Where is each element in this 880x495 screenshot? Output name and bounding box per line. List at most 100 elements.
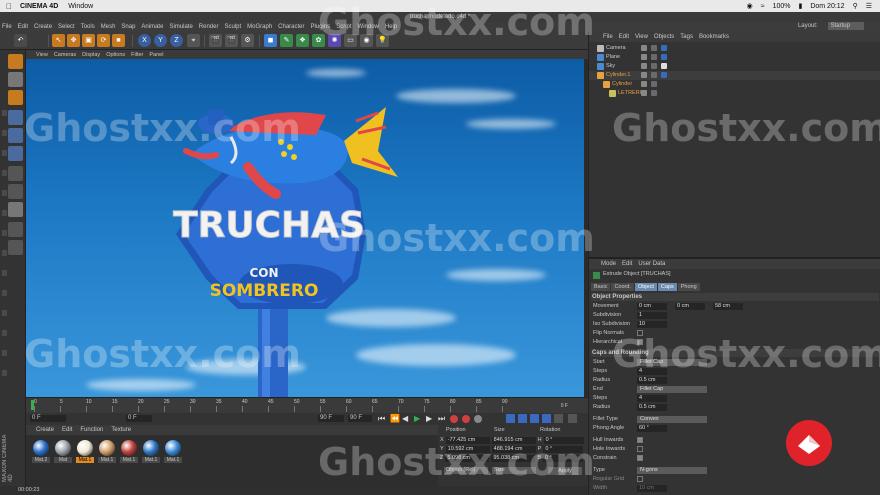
list-icon[interactable]: ☰	[866, 2, 872, 10]
goto-start-icon[interactable]: ⏮	[378, 414, 385, 424]
mat-menu-create[interactable]: Create	[36, 427, 54, 433]
mini-tool-icon[interactable]	[2, 290, 7, 296]
object-row[interactable]: Cylinder	[589, 80, 880, 89]
enable-check-icon[interactable]	[651, 90, 657, 96]
tab-phong[interactable]: Phong	[677, 283, 700, 291]
material-label[interactable]: Mat.1	[164, 457, 182, 463]
tab-caps[interactable]: Caps	[657, 283, 677, 291]
object-row[interactable]: LETRERO	[589, 89, 880, 98]
visibility-toggle-icon[interactable]	[641, 45, 647, 51]
mini-tool-icon[interactable]	[2, 170, 7, 176]
app-name[interactable]: CINEMA 4D	[20, 3, 58, 10]
movement-y-field[interactable]: 0 cm	[675, 303, 705, 310]
constrain-checkbox[interactable]	[637, 455, 643, 461]
menu-select[interactable]: Select	[58, 24, 75, 30]
end-radius-field[interactable]: 0.5 cm	[637, 404, 667, 411]
material-swatch[interactable]	[33, 440, 49, 456]
mini-tool-icon[interactable]	[2, 190, 7, 196]
regular-grid-checkbox[interactable]	[637, 476, 643, 482]
mini-tool-icon[interactable]	[2, 150, 7, 156]
coord-system-icon[interactable]: ⌖	[187, 34, 200, 47]
mini-tool-icon[interactable]	[2, 230, 7, 236]
material-label[interactable]: Mat.1	[142, 457, 160, 463]
texture-mode-icon[interactable]	[8, 72, 23, 87]
visibility-toggle-icon[interactable]	[641, 72, 647, 78]
hole-inwards-checkbox[interactable]	[637, 446, 643, 452]
vp-menu-options[interactable]: Options	[106, 52, 125, 58]
autokey-icon[interactable]	[462, 415, 470, 423]
rotate-tool-icon[interactable]: ⟳	[97, 34, 110, 47]
menu-sculpt[interactable]: Sculpt	[224, 24, 241, 30]
mini-tool-icon[interactable]	[2, 330, 7, 336]
visibility-toggle-icon[interactable]	[641, 90, 647, 96]
snap-icon[interactable]	[8, 202, 23, 217]
object-row[interactable]: Sky	[589, 62, 880, 71]
search-icon[interactable]: ⚲	[853, 2, 858, 10]
mini-tool-icon[interactable]	[2, 210, 7, 216]
tab-coord[interactable]: Coord.	[611, 283, 634, 291]
iso-field[interactable]: 10	[637, 321, 667, 328]
material-label[interactable]: Mat	[54, 457, 72, 463]
hull-inwards-checkbox[interactable]	[637, 437, 643, 443]
mat-menu-function[interactable]: Function	[80, 427, 103, 433]
object-name[interactable]: Camera	[606, 44, 626, 53]
menu-simulate[interactable]: Simulate	[169, 24, 192, 30]
edges-mode-icon[interactable]	[8, 128, 23, 143]
vp-menu-view[interactable]: View	[36, 52, 48, 58]
tab-object[interactable]: Object	[634, 283, 657, 291]
goto-end-icon[interactable]: ⏭	[438, 414, 445, 424]
move-tool-icon[interactable]: ✥	[67, 34, 80, 47]
attr-menu-userdata[interactable]: User Data	[638, 261, 665, 267]
scale-tool-icon[interactable]: ▣	[82, 34, 95, 47]
menu-snap[interactable]: Snap	[121, 24, 135, 30]
key-pla-icon[interactable]	[554, 414, 563, 423]
menu-tools[interactable]: Tools	[81, 24, 95, 30]
material-tag-icon[interactable]	[661, 63, 667, 69]
type-dropdown[interactable]: N-gons	[637, 467, 707, 474]
obj-menu-objects[interactable]: Objects	[654, 34, 674, 40]
material-label[interactable]: Mat.1	[76, 457, 94, 463]
tab-basic[interactable]: Basic	[591, 283, 611, 291]
visibility-toggle-icon[interactable]	[641, 81, 647, 87]
axis-y-button[interactable]: Y	[154, 34, 167, 47]
mini-tool-icon[interactable]	[2, 110, 7, 116]
vp-menu-filter[interactable]: Filter	[131, 52, 143, 58]
record-icon[interactable]: ◉	[747, 2, 753, 10]
material-label[interactable]: Mat.1	[120, 457, 138, 463]
workplane-icon[interactable]	[8, 90, 23, 105]
mat-menu-texture[interactable]: Texture	[111, 427, 131, 433]
vp-menu-panel[interactable]: Panel	[149, 52, 163, 58]
next-frame-icon[interactable]: ▶	[426, 414, 432, 423]
mini-tool-icon[interactable]	[2, 370, 7, 376]
mini-tool-icon[interactable]	[2, 310, 7, 316]
subdivision-icon[interactable]: ❖	[296, 34, 309, 47]
object-row[interactable]: Camera	[589, 44, 880, 53]
lock-icon[interactable]	[8, 222, 23, 237]
key-position-icon[interactable]	[506, 414, 515, 423]
visibility-toggle-icon[interactable]	[641, 54, 647, 60]
menu-mograph[interactable]: MoGraph	[247, 24, 272, 30]
axis-z-button[interactable]: Z	[170, 34, 183, 47]
movement-z-field[interactable]: 58 cm	[713, 303, 743, 310]
material-swatch[interactable]	[143, 440, 159, 456]
polygons-mode-icon[interactable]	[8, 146, 23, 161]
object-name[interactable]: Sky	[606, 62, 615, 71]
menu-create[interactable]: Create	[34, 24, 52, 30]
key-param-icon[interactable]	[542, 414, 551, 423]
visibility-toggle-icon[interactable]	[641, 63, 647, 69]
mini-tool-icon[interactable]	[2, 130, 7, 136]
movement-x-field[interactable]: 0 cm	[637, 303, 667, 310]
vp-menu-cameras[interactable]: Cameras	[54, 52, 76, 58]
material-label[interactable]: Mat.2	[32, 457, 50, 463]
object-row[interactable]: Plane	[589, 53, 880, 62]
object-name[interactable]: Cylinder.1	[606, 71, 630, 80]
mac-menu-window[interactable]: Window	[68, 3, 93, 10]
mini-tool-icon[interactable]	[2, 350, 7, 356]
fillet-type-dropdown[interactable]: Convex	[637, 416, 707, 423]
material-label[interactable]: Mat.1	[98, 457, 116, 463]
render-settings-icon[interactable]: ⚙	[241, 34, 254, 47]
enable-check-icon[interactable]	[651, 63, 657, 69]
max-frame-field[interactable]: 90 F	[318, 415, 344, 422]
end-dropdown[interactable]: Fillet Cap	[637, 386, 707, 393]
start-radius-field[interactable]: 0.5 cm	[637, 377, 667, 384]
